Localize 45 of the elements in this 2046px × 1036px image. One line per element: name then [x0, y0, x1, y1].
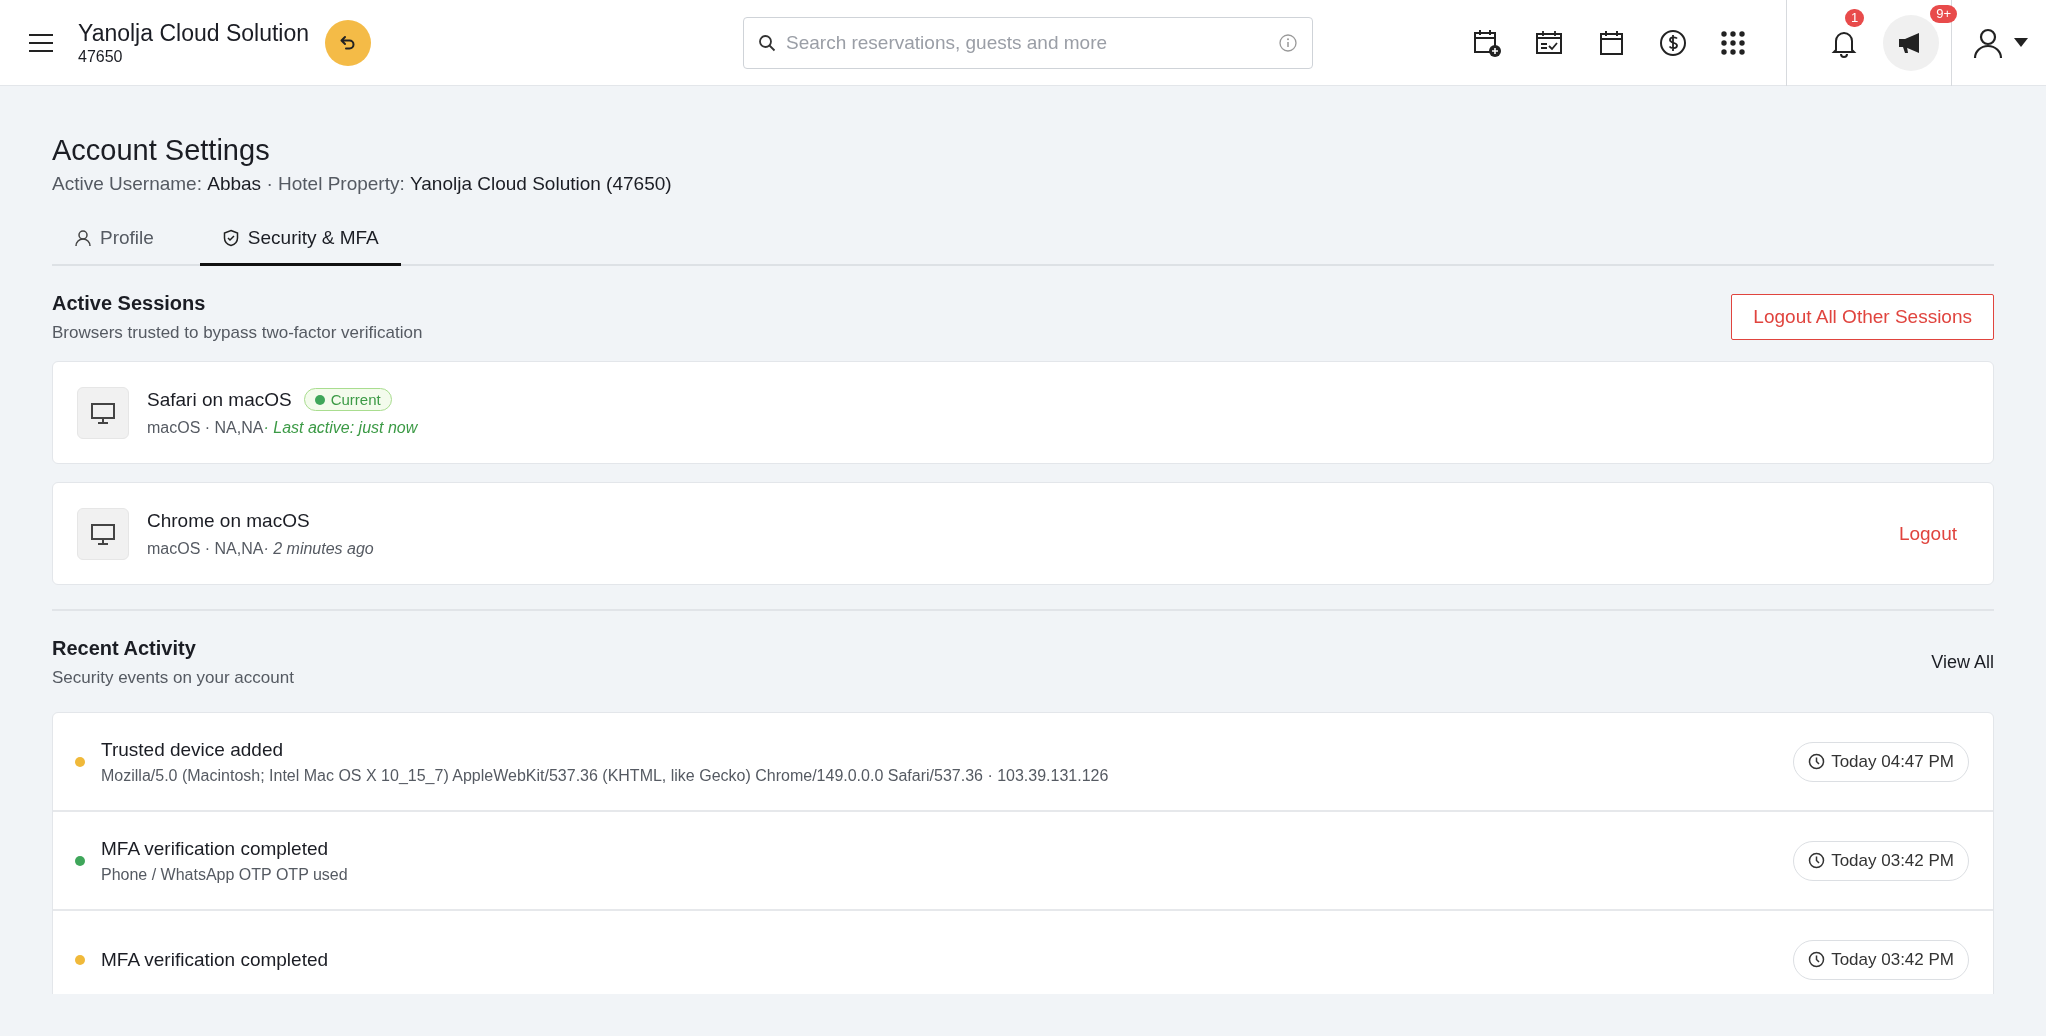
tab[interactable]: Security & MFA — [199, 215, 401, 266]
search-icon — [758, 33, 776, 52]
section-title: Active Sessions — [52, 292, 207, 315]
monitor-icon — [77, 386, 129, 439]
switch-property-button[interactable] — [325, 19, 371, 66]
section-title: Recent Activity — [52, 637, 197, 660]
logout-all-button[interactable]: Logout All Other Sessions — [1731, 294, 1994, 340]
event-title: Trusted device added — [101, 738, 285, 761]
event-title: MFA verification completed — [101, 948, 330, 971]
calendar-add-icon[interactable] — [1472, 27, 1502, 58]
event-detail: Phone / WhatsApp OTP OTP used — [101, 865, 349, 884]
session-device: macOS · NA,NA — [147, 419, 264, 436]
clock-icon — [1808, 951, 1826, 968]
session-name: Chrome on macOS — [147, 509, 310, 532]
event-detail: Mozilla/5.0 (Macintosh; Intel Mac OS X 10_15_7) AppleWebKit/537.36 (KHTML, like Gecko) Chrome/149.0.0.0 Safari/537.36 · 103.39.131.126 — [101, 766, 1110, 785]
property-id: 47650 — [78, 46, 124, 67]
info-icon[interactable] — [1278, 32, 1298, 53]
announcement-count-badge: 9+ — [1930, 4, 1957, 23]
session-name: Safari on macOS — [147, 388, 292, 411]
account-summary: Active Username: Abbas · Hotel Property: Yanolja Cloud Solution (47650) — [52, 173, 673, 195]
clock-icon — [1808, 753, 1826, 770]
last-active-time: · 2 minutes ago — [263, 539, 374, 557]
dollar-icon[interactable] — [1658, 27, 1688, 58]
session-device: macOS · NA,NA — [147, 539, 264, 557]
notification-count-badge: 1 — [1845, 8, 1865, 27]
shield-check-icon — [221, 229, 240, 247]
clock-icon — [1808, 852, 1826, 869]
apps-grid-icon[interactable] — [1720, 29, 1746, 56]
person-icon — [74, 229, 92, 247]
monitor-icon — [77, 507, 129, 560]
current-badge: Current — [303, 388, 392, 411]
search-field[interactable]: Search reservations, guests and more — [743, 16, 1313, 69]
tab[interactable]: Profile — [52, 215, 176, 266]
menu-icon[interactable] — [28, 32, 54, 53]
caret-icon[interactable] — [2014, 38, 2028, 47]
logout-button[interactable]: Logout — [1892, 521, 1963, 546]
search-input[interactable]: Search reservations, guests and more — [784, 30, 1270, 55]
property-name: Yanolja Cloud Solution — [78, 18, 309, 47]
user-icon[interactable] — [1972, 26, 2004, 59]
last-active-time: · Last active: just now — [263, 419, 418, 436]
section-description: Browsers trusted to bypass two-factor verification — [52, 323, 423, 343]
page-title: Account Settings — [52, 134, 271, 167]
section-description: Security events on your account — [52, 668, 294, 688]
event-title: MFA verification completed — [101, 837, 330, 860]
view-all-link[interactable]: View All — [1931, 652, 1994, 673]
